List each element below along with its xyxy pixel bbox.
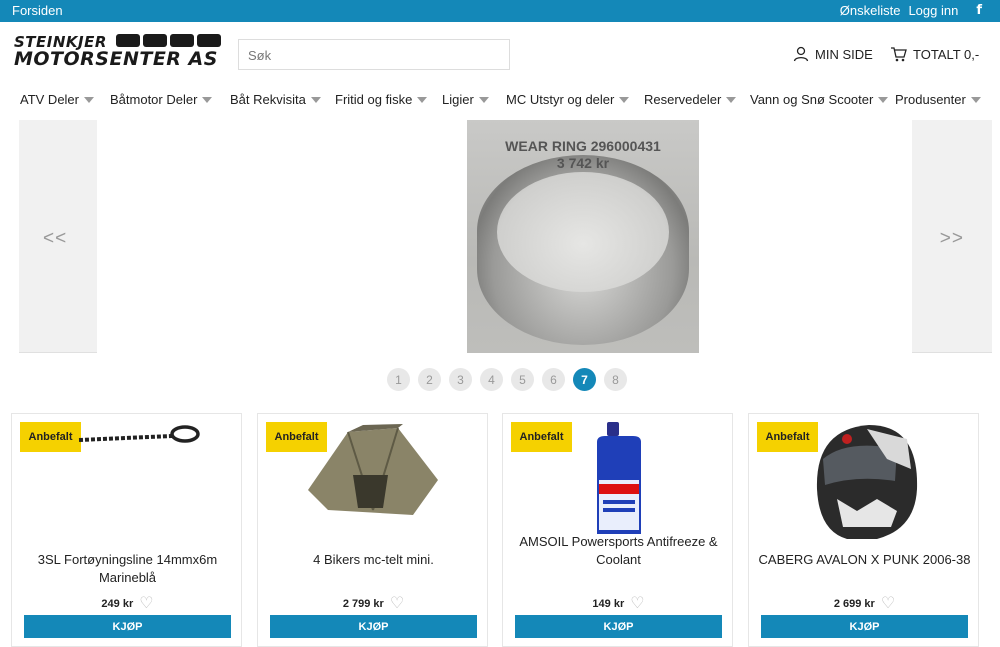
nav-label: ATV Deler [20,92,79,107]
page-dot[interactable]: 8 [604,368,627,391]
chevron-down-icon [619,96,630,103]
nav-item-batmotor[interactable]: Båtmotor Deler [110,92,213,107]
nav-label: Båt Rekvisita [230,92,306,107]
buy-button[interactable]: KJØP [270,615,477,638]
nav-label: Ligier [442,92,474,107]
product-price-row: 149 kr ♡ [503,596,734,612]
cart-icon [891,47,907,62]
nav-label: Reservedeler [644,92,722,107]
nav-item-vann-sno[interactable]: Vann og Snø Scooter [750,92,889,107]
wishlist-link[interactable]: Ønskeliste [840,3,901,18]
heart-icon[interactable]: ♡ [881,596,895,612]
chevron-down-icon [202,96,213,103]
product-price: 249 kr [101,598,134,610]
user-icon [793,46,809,62]
product-price-row: 249 kr ♡ [12,596,243,612]
nav-item-atv[interactable]: ATV Deler [20,92,94,107]
rope-image [78,425,200,443]
facebook-icon[interactable]: f [976,3,982,18]
heart-icon[interactable]: ♡ [630,596,644,612]
nav-label: MC Utstyr og deler [506,92,615,107]
chevron-down-icon [478,96,489,103]
chevron-down-icon [970,96,981,103]
slider-pagination: 1 2 3 4 5 6 7 8 [387,368,627,391]
product-price-row: 2 799 kr ♡ [258,596,489,612]
chevron-down-icon [726,96,737,103]
nav-label: Fritid og fiske [335,92,413,107]
nav-label: Produsenter [895,92,966,107]
product-name[interactable]: AMSOIL Powersports Antifreeze & Coolant [503,533,734,569]
bottle-image [597,422,641,534]
site-logo[interactable]: STEINKJER MOTORSENTER AS [14,33,224,73]
logo-vehicles-icon [116,34,221,47]
page-dot[interactable]: 6 [542,368,565,391]
product-card[interactable]: Anbefalt AMSOIL Powersports Antifreeze &… [502,413,733,647]
nav-item-bat-rekvisita[interactable]: Båt Rekvisita [230,92,321,107]
recommended-badge: Anbefalt [20,422,81,452]
slide-title: WEAR RING 296000431 [505,138,661,154]
my-page-label: MIN SIDE [815,46,873,62]
logo-line-2: MOTORSENTER AS [14,48,218,70]
page-dot[interactable]: 3 [449,368,472,391]
my-page-link[interactable]: MIN SIDE [793,46,873,62]
slide-price: 3 742 kr [556,155,610,171]
cart-total: TOTALT 0,- [913,46,980,62]
nav-item-produsenter[interactable]: Produsenter [895,92,981,107]
product-card[interactable]: Anbefalt 3SL Fortøyningsline 14mmx6m Mar… [11,413,242,647]
home-link[interactable]: Forsiden [12,3,63,18]
search-input[interactable]: Søk [238,39,510,70]
top-bar-links: Ønskeliste Logg inn f [840,3,982,18]
product-card[interactable]: Anbefalt 4 Bikers mc-telt mini. 2 799 kr… [257,413,488,647]
product-name[interactable]: 4 Bikers mc-telt mini. [258,551,489,569]
main-nav: ATV Deler Båtmotor Deler Båt Rekvisita F… [0,92,1000,112]
recommended-badge: Anbefalt [511,422,572,452]
product-grid: Anbefalt 3SL Fortøyningsline 14mmx6m Mar… [11,413,991,647]
buy-button[interactable]: KJØP [515,615,722,638]
product-price: 149 kr [592,598,625,610]
heart-icon[interactable]: ♡ [139,596,153,612]
page-dot[interactable]: 4 [480,368,503,391]
product-card[interactable]: Anbefalt CABERG AVALON X PUNK 2006-38 2 … [748,413,979,647]
hero-slider: << WEAR RING 296000431 3 742 kr >> [19,120,992,353]
tent-image [308,424,438,515]
top-bar: Forsiden Ønskeliste Logg inn f [0,0,1000,22]
slide-caption: WEAR RING 296000431 3 742 kr [467,138,699,172]
nav-label: Vann og Snø Scooter [750,92,874,107]
ring-inner [497,172,669,292]
product-name[interactable]: 3SL Fortøyningsline 14mmx6m Marineblå [12,551,243,587]
nav-item-ligier[interactable]: Ligier [442,92,489,107]
buy-button[interactable]: KJØP [24,615,231,638]
page-dot[interactable]: 1 [387,368,410,391]
product-name[interactable]: CABERG AVALON X PUNK 2006-38 [749,551,980,569]
nav-item-mc-utstyr[interactable]: MC Utstyr og deler [506,92,630,107]
chevron-down-icon [84,96,94,103]
wear-ring-image[interactable]: WEAR RING 296000431 3 742 kr [467,120,699,353]
cart-link[interactable]: TOTALT 0,- [890,46,979,62]
page-dot-active[interactable]: 7 [573,368,596,391]
chevron-down-icon [310,96,321,103]
nav-label: Båtmotor Deler [110,92,198,107]
login-link[interactable]: Logg inn [908,3,958,18]
product-price-row: 2 699 kr ♡ [749,596,980,612]
buy-button[interactable]: KJØP [761,615,968,638]
slider-next-button[interactable]: >> [940,228,964,250]
chevron-down-icon [417,96,428,103]
chevron-down-icon [878,96,889,103]
page-dot[interactable]: 2 [418,368,441,391]
nav-item-reservedeler[interactable]: Reservedeler [644,92,737,107]
slider-prev-button[interactable]: << [43,228,67,250]
heart-icon[interactable]: ♡ [390,596,404,612]
helmet-image [816,425,918,539]
nav-item-fritid[interactable]: Fritid og fiske [335,92,428,107]
slide-area[interactable]: WEAR RING 296000431 3 742 kr [97,120,912,353]
product-price: 2 699 kr [833,598,875,610]
page-dot[interactable]: 5 [511,368,534,391]
product-price: 2 799 kr [342,598,384,610]
